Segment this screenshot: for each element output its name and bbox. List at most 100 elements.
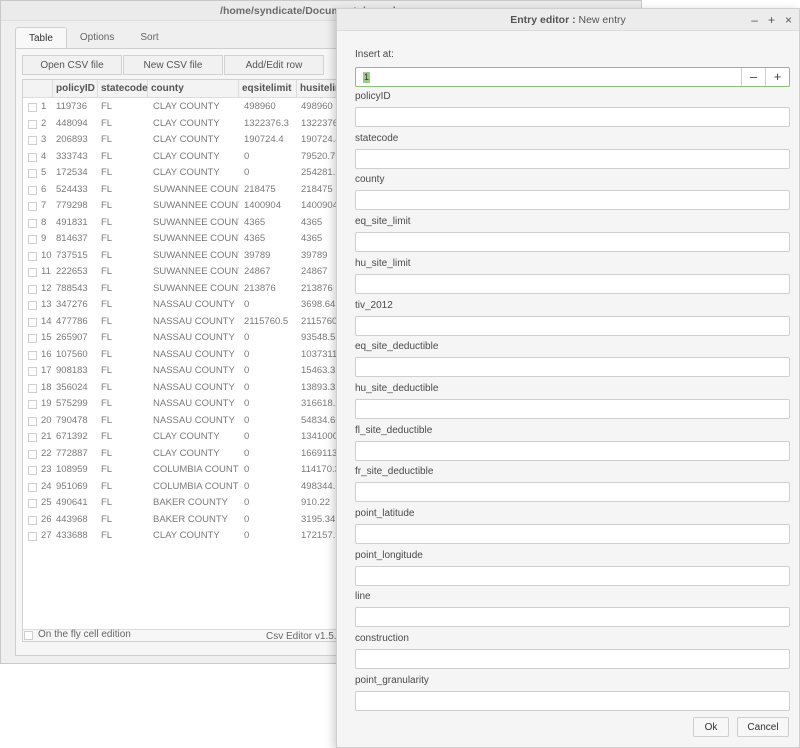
add-edit-row-button[interactable]: Add/Edit row	[224, 55, 324, 75]
statecode-cell[interactable]: FL	[101, 264, 147, 281]
county-cell[interactable]: NASSAU COUNTY	[153, 347, 239, 364]
eqsitelimit-cell[interactable]: 39789	[244, 248, 299, 265]
policyid-cell[interactable]: 524433	[56, 182, 98, 199]
eqsitelimit-cell[interactable]: 498960	[244, 99, 299, 116]
row-checkbox[interactable]	[28, 185, 37, 195]
row-checkbox[interactable]	[28, 235, 37, 244]
county-cell[interactable]: NASSAU COUNTY	[153, 396, 239, 413]
field-input-point-latitude[interactable]	[355, 524, 790, 544]
row-checkbox[interactable]	[28, 169, 37, 178]
field-input-eq-site-deductible[interactable]	[355, 357, 790, 378]
row-checkbox[interactable]	[28, 268, 37, 277]
policyid-cell[interactable]: 772887	[56, 446, 98, 463]
row-checkbox[interactable]	[28, 515, 37, 525]
county-cell[interactable]: SUWANNEE COUNTY	[153, 231, 239, 248]
policyid-cell[interactable]: 333743	[56, 149, 98, 166]
policyid-cell[interactable]: 490641	[56, 495, 98, 512]
county-cell[interactable]: SUWANNEE COUNTY	[153, 198, 239, 215]
statecode-cell[interactable]: FL	[101, 512, 147, 529]
eqsitelimit-cell[interactable]: 0	[244, 528, 299, 545]
eqsitelimit-cell[interactable]: 0	[244, 297, 299, 314]
row-checkbox[interactable]	[28, 218, 37, 228]
eqsitelimit-cell[interactable]: 4365	[244, 231, 299, 248]
field-input-statecode[interactable]	[355, 148, 790, 169]
eqsitelimit-cell[interactable]: 4365	[244, 215, 299, 232]
column-header-eqsitelimit[interactable]: eqsitelimit	[239, 80, 297, 98]
statecode-cell[interactable]: FL	[101, 413, 147, 430]
field-input-point-granularity[interactable]	[355, 690, 790, 711]
row-checkbox[interactable]	[28, 119, 37, 129]
row-checkbox[interactable]	[28, 350, 37, 360]
policyid-cell[interactable]: 108959	[56, 462, 98, 479]
county-cell[interactable]: NASSAU COUNTY	[153, 363, 239, 380]
row-checkbox[interactable]	[28, 152, 37, 162]
eqsitelimit-cell[interactable]: 218475	[244, 182, 299, 199]
policyid-cell[interactable]: 443968	[56, 512, 98, 529]
statecode-cell[interactable]: FL	[101, 380, 147, 397]
tab-options[interactable]: Options	[67, 27, 127, 49]
county-cell[interactable]: CLAY COUNTY	[153, 149, 239, 166]
statecode-cell[interactable]: FL	[101, 281, 147, 298]
county-cell[interactable]: CLAY COUNTY	[153, 446, 239, 463]
county-cell[interactable]: BAKER COUNTY	[153, 495, 239, 512]
field-input-fl-site-deductible[interactable]	[355, 440, 790, 461]
row-checkbox[interactable]	[28, 433, 37, 442]
policyid-cell[interactable]: 433688	[56, 528, 98, 545]
dialog-close-icon[interactable]: ×	[785, 9, 792, 31]
county-cell[interactable]: NASSAU COUNTY	[153, 413, 239, 430]
row-checkbox[interactable]	[28, 284, 37, 294]
policyid-cell[interactable]: 737515	[56, 248, 98, 265]
policyid-cell[interactable]: 779298	[56, 198, 98, 215]
eqsitelimit-cell[interactable]: 0	[244, 396, 299, 413]
field-input-policyid[interactable]	[355, 107, 790, 127]
statecode-cell[interactable]: FL	[101, 446, 147, 463]
policyid-cell[interactable]: 448094	[56, 116, 98, 133]
policyid-cell[interactable]: 951069	[56, 479, 98, 496]
policyid-cell[interactable]: 172534	[56, 165, 98, 182]
county-cell[interactable]: SUWANNEE COUNTY	[153, 215, 239, 232]
field-input-tiv-2012[interactable]	[355, 315, 790, 336]
statecode-cell[interactable]: FL	[101, 248, 147, 265]
eqsitelimit-cell[interactable]: 0	[244, 512, 299, 529]
row-checkbox[interactable]	[28, 499, 37, 508]
county-cell[interactable]: NASSAU COUNTY	[153, 380, 239, 397]
county-cell[interactable]: CLAY COUNTY	[153, 132, 239, 149]
eqsitelimit-cell[interactable]: 0	[244, 347, 299, 364]
statecode-cell[interactable]: FL	[101, 479, 147, 496]
row-checkbox[interactable]	[28, 482, 37, 492]
column-header-county[interactable]: county	[148, 80, 239, 98]
policyid-cell[interactable]: 356024	[56, 380, 98, 397]
policyid-cell[interactable]: 265907	[56, 330, 98, 347]
statecode-cell[interactable]: FL	[101, 182, 147, 199]
policyid-cell[interactable]: 206893	[56, 132, 98, 149]
field-input-construction[interactable]	[355, 649, 790, 670]
eqsitelimit-cell[interactable]: 1400904	[244, 198, 299, 215]
tab-sort[interactable]: Sort	[127, 27, 171, 49]
eqsitelimit-cell[interactable]: 0	[244, 479, 299, 496]
policyid-cell[interactable]: 477786	[56, 314, 98, 331]
eqsitelimit-cell[interactable]: 0	[244, 413, 299, 430]
row-checkbox[interactable]	[28, 532, 37, 541]
policyid-cell[interactable]: 788543	[56, 281, 98, 298]
statecode-cell[interactable]: FL	[101, 396, 147, 413]
policyid-cell[interactable]: 222653	[56, 264, 98, 281]
field-input-hu-site-limit[interactable]	[355, 273, 790, 294]
row-checkbox[interactable]	[28, 301, 37, 310]
row-checkbox[interactable]	[28, 416, 37, 426]
policyid-cell[interactable]: 347276	[56, 297, 98, 314]
county-cell[interactable]: COLUMBIA COUNTY	[153, 479, 239, 496]
statecode-cell[interactable]: FL	[101, 462, 147, 479]
county-cell[interactable]: CLAY COUNTY	[153, 116, 239, 133]
statecode-cell[interactable]: FL	[101, 429, 147, 446]
county-cell[interactable]: SUWANNEE COUNTY	[153, 264, 239, 281]
row-checkbox[interactable]	[28, 334, 37, 343]
statecode-cell[interactable]: FL	[101, 363, 147, 380]
statecode-cell[interactable]: FL	[101, 165, 147, 182]
policyid-cell[interactable]: 575299	[56, 396, 98, 413]
policyid-cell[interactable]: 491831	[56, 215, 98, 232]
eqsitelimit-cell[interactable]: 190724.4	[244, 132, 299, 149]
statecode-cell[interactable]: FL	[101, 330, 147, 347]
county-cell[interactable]: SUWANNEE COUNTY	[153, 182, 239, 199]
statecode-cell[interactable]: FL	[101, 495, 147, 512]
row-checkbox[interactable]	[28, 383, 37, 393]
